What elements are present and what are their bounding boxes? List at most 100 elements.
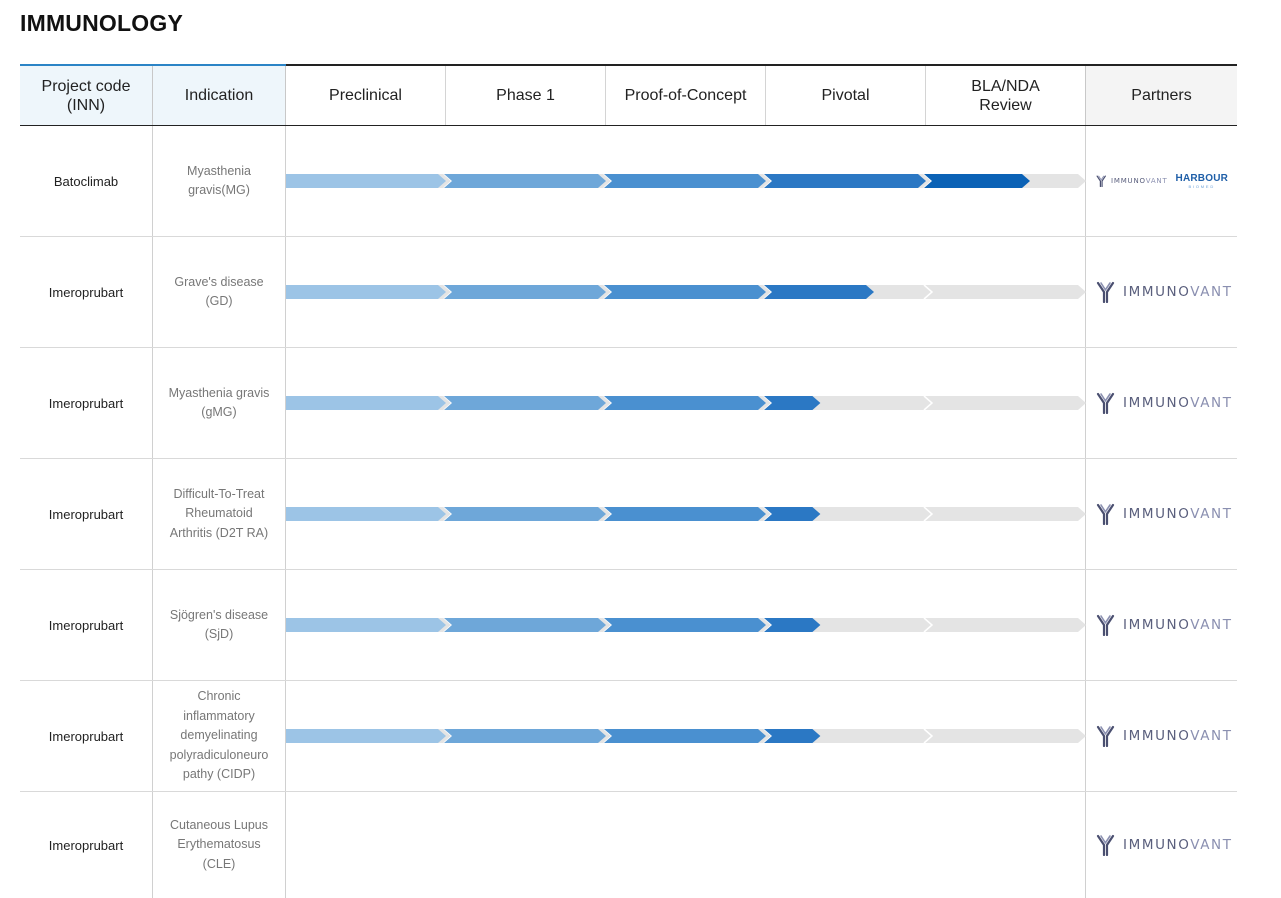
immunovant-logo: IMMUNOVANT bbox=[1096, 392, 1233, 414]
header-indication: Indication bbox=[153, 66, 286, 125]
pipeline-progress bbox=[286, 348, 1086, 458]
progress-segment bbox=[444, 618, 606, 632]
table-row: Imeroprubart Cutaneous Lupus Erythematosu… bbox=[20, 792, 1237, 898]
progress-segment bbox=[604, 618, 766, 632]
immunovant-mark-icon bbox=[1096, 281, 1115, 303]
page-title: IMMUNOLOGY bbox=[20, 10, 183, 36]
pipeline-progress bbox=[286, 126, 1086, 236]
progress-segment bbox=[444, 174, 606, 188]
immunovant-mark-icon bbox=[1096, 614, 1115, 636]
header-project-code: Project code (INN) bbox=[20, 66, 153, 125]
table-row: Imeroprubart Grave's disease (GD) IMMUNOVA… bbox=[20, 237, 1237, 348]
project-code: Imeroprubart bbox=[20, 681, 153, 791]
progress-segment bbox=[764, 285, 874, 299]
table-row: Imeroprubart Sjögren's disease (SjD) IMMUN… bbox=[20, 570, 1237, 681]
immunovant-wordmark: IMMUNOVANT bbox=[1123, 728, 1233, 744]
immunovant-wordmark: IMMUNOVANT bbox=[1123, 506, 1233, 522]
progress-segment bbox=[604, 729, 766, 743]
progress-segment bbox=[924, 174, 1030, 188]
immunovant-mark-icon bbox=[1096, 392, 1115, 414]
progress-bar bbox=[286, 617, 1086, 633]
progress-segment bbox=[604, 174, 766, 188]
table-row: Imeroprubart Myasthenia gravis (gMG) IMMUN… bbox=[20, 348, 1237, 459]
progress-segment bbox=[604, 396, 766, 410]
progress-segment bbox=[286, 618, 446, 632]
progress-bar bbox=[286, 395, 1086, 411]
progress-segment bbox=[764, 618, 821, 632]
progress-segment bbox=[764, 174, 926, 188]
progress-segment bbox=[286, 507, 446, 521]
progress-segment bbox=[764, 507, 821, 521]
indication: Chronic inflammatory demyelinating polyr… bbox=[153, 681, 286, 791]
progress-segment bbox=[444, 396, 606, 410]
table-body: Batoclimab Myasthenia gravis(MG) IMMUNOVAN… bbox=[20, 126, 1237, 898]
immunovant-wordmark: IMMUNOVANT bbox=[1111, 177, 1168, 185]
immunovant-wordmark: IMMUNOVANT bbox=[1123, 837, 1233, 853]
immunovant-mark-icon bbox=[1096, 834, 1115, 856]
partners: IMMUNOVANT bbox=[1086, 237, 1237, 347]
progress-bar bbox=[286, 284, 1086, 300]
immunovant-logo: IMMUNOVANT bbox=[1096, 834, 1233, 856]
progress-segment bbox=[286, 729, 446, 743]
header-partners: Partners bbox=[1086, 66, 1237, 125]
progress-bar bbox=[286, 173, 1086, 189]
indication: Myasthenia gravis (gMG) bbox=[153, 348, 286, 458]
immunovant-wordmark: IMMUNOVANT bbox=[1123, 284, 1233, 300]
indication: Difficult-To-Treat Rheumatoid Arthritis … bbox=[153, 459, 286, 569]
table-row: Imeroprubart Chronic inflammatory demyeli… bbox=[20, 681, 1237, 792]
pipeline-table: Project code (INN) Indication Preclinica… bbox=[20, 64, 1237, 898]
indication: Cutaneous Lupus Erythematosus (CLE) bbox=[153, 792, 286, 898]
immunovant-logo: IMMUNOVANT bbox=[1096, 725, 1233, 747]
immunovant-logo: IMMUNOVANT bbox=[1096, 503, 1233, 525]
progress-bar bbox=[286, 792, 1086, 898]
pipeline-progress bbox=[286, 459, 1086, 569]
project-code: Imeroprubart bbox=[20, 459, 153, 569]
progress-segment bbox=[444, 285, 606, 299]
pipeline-progress bbox=[286, 681, 1086, 791]
header-stage-poc: Proof-of-Concept bbox=[606, 66, 766, 125]
immunovant-mark-icon bbox=[1096, 175, 1106, 188]
progress-segment bbox=[764, 729, 821, 743]
partners: IMMUNOVANT bbox=[1086, 792, 1237, 898]
immunovant-mark-icon bbox=[1096, 725, 1115, 747]
header-accent-bar bbox=[20, 64, 286, 66]
header-stage-phase1: Phase 1 bbox=[446, 66, 606, 125]
harbour-biomed-logo: HARBOUR BIOMED bbox=[1175, 172, 1229, 189]
progress-segment bbox=[286, 396, 446, 410]
progress-segment bbox=[286, 174, 446, 188]
progress-segment bbox=[604, 507, 766, 521]
partners: IMMUNOVANT bbox=[1086, 681, 1237, 791]
table-row: Imeroprubart Difficult-To-Treat Rheumatoi… bbox=[20, 459, 1237, 570]
progress-bar bbox=[286, 728, 1086, 744]
table-row: Batoclimab Myasthenia gravis(MG) IMMUNOVAN… bbox=[20, 126, 1237, 237]
progress-segment bbox=[604, 285, 766, 299]
progress-bar bbox=[286, 506, 1086, 522]
pipeline-progress bbox=[286, 237, 1086, 347]
indication: Sjögren's disease (SjD) bbox=[153, 570, 286, 680]
project-code: Imeroprubart bbox=[20, 348, 153, 458]
header-stage-bla-nda: BLA/NDA Review bbox=[926, 66, 1086, 125]
project-code: Batoclimab bbox=[20, 126, 153, 236]
header-stage-preclinical: Preclinical bbox=[286, 66, 446, 125]
project-code: Imeroprubart bbox=[20, 570, 153, 680]
progress-segment bbox=[444, 507, 606, 521]
table-header: Project code (INN) Indication Preclinica… bbox=[20, 66, 1237, 126]
immunovant-logo: IMMUNOVANT bbox=[1096, 614, 1233, 636]
immunovant-wordmark: IMMUNOVANT bbox=[1123, 617, 1233, 633]
partners: IMMUNOVANT HARBOUR BIOMED bbox=[1086, 126, 1237, 236]
progress-segment bbox=[286, 285, 446, 299]
pipeline-progress bbox=[286, 570, 1086, 680]
partners: IMMUNOVANT bbox=[1086, 348, 1237, 458]
partners: IMMUNOVANT bbox=[1086, 570, 1237, 680]
project-code: Imeroprubart bbox=[20, 237, 153, 347]
immunovant-logo: IMMUNOVANT bbox=[1096, 175, 1168, 188]
progress-segment bbox=[444, 729, 606, 743]
progress-segment bbox=[764, 396, 821, 410]
immunovant-mark-icon bbox=[1096, 503, 1115, 525]
immunovant-logo: IMMUNOVANT bbox=[1096, 281, 1233, 303]
indication: Myasthenia gravis(MG) bbox=[153, 126, 286, 236]
partners: IMMUNOVANT bbox=[1086, 459, 1237, 569]
immunovant-wordmark: IMMUNOVANT bbox=[1123, 395, 1233, 411]
project-code: Imeroprubart bbox=[20, 792, 153, 898]
indication: Grave's disease (GD) bbox=[153, 237, 286, 347]
